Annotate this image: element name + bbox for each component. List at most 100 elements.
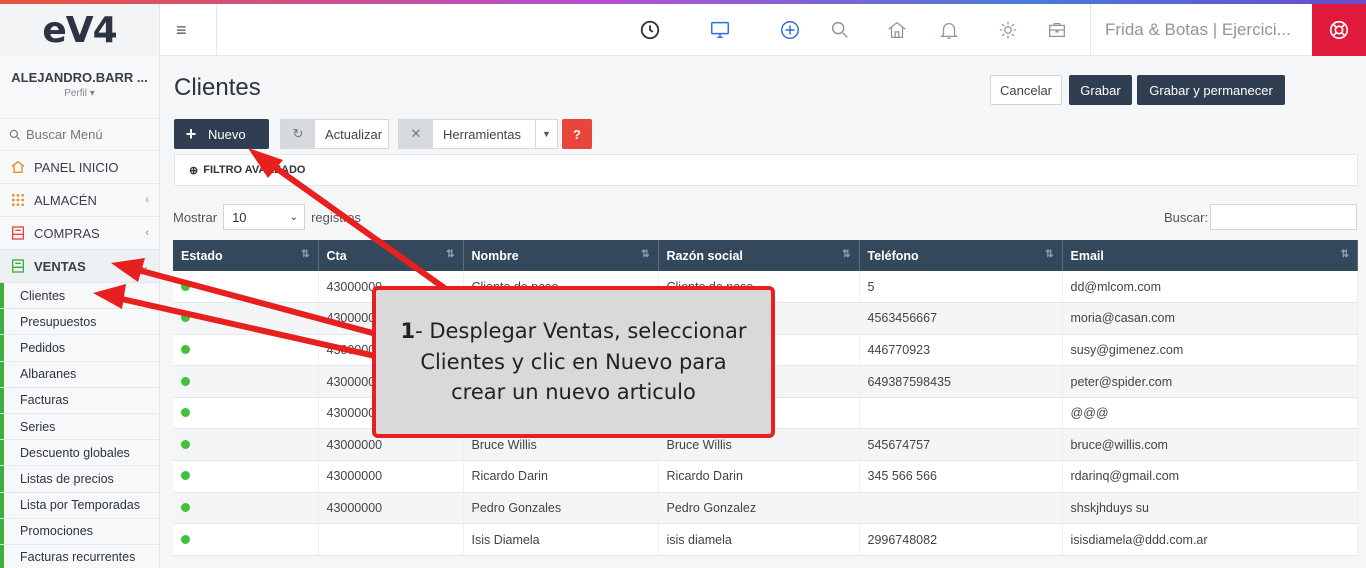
company-selector[interactable]: Frida & Botas | Ejercici...	[1090, 4, 1312, 56]
sidebar-item-compras[interactable]: COMPRAS ‹	[0, 216, 159, 249]
chevron-down-icon: ⌄	[289, 211, 299, 223]
dashboard-clock-icon[interactable]	[627, 4, 673, 56]
email-cell: dd@mlcom.com	[1062, 271, 1358, 304]
table-row[interactable]: 43000000 Pedro Gonzales Pedro Gonzalez shsk…	[173, 492, 1358, 525]
new-button[interactable]: + Nuevo	[174, 119, 269, 149]
sidebar-subitem-series[interactable]: Series	[0, 412, 159, 440]
chevron-down-icon: ⌄	[139, 260, 149, 273]
status-cell	[173, 523, 319, 556]
table-row[interactable]: Isis Diamela isis diamela 2996748082 isisdi…	[173, 523, 1358, 556]
plus-circle-icon[interactable]	[767, 4, 813, 56]
telefono-cell	[859, 397, 1063, 430]
telefono-cell: 446770923	[859, 334, 1063, 367]
tools-button[interactable]: ✕ Herramientas ▼	[398, 119, 558, 149]
hamburger-icon[interactable]: ≡	[176, 18, 200, 42]
logo: eV4	[42, 9, 117, 51]
sidebar-item-almacen[interactable]: ALMACÉN ‹	[0, 183, 159, 216]
logo-box[interactable]: eV4	[0, 4, 160, 56]
sidebar-subitem-presupuestos[interactable]: Presupuestos	[0, 308, 159, 335]
status-active-dot	[181, 502, 190, 512]
email-cell: @@@	[1062, 397, 1358, 430]
telefono-cell: 5	[859, 271, 1063, 304]
advanced-filter-label: FILTRO AVANZADO	[203, 164, 306, 176]
status-active-dot	[181, 313, 190, 323]
lifebuoy-icon[interactable]	[1312, 4, 1366, 56]
plus-circle-icon: ⊕	[189, 164, 199, 177]
refresh-button-label: Actualizar	[325, 126, 383, 142]
sidebar-subitem-pedidos[interactable]: Pedidos	[0, 334, 159, 361]
sort-icon: ⇅	[1045, 248, 1054, 260]
razon-social-cell: Ricardo Darin	[658, 460, 860, 493]
telefono-cell: 649387598435	[859, 365, 1063, 398]
briefcase-icon[interactable]	[1034, 4, 1080, 56]
refresh-button[interactable]: ↻ Actualizar	[280, 119, 389, 149]
status-cell	[173, 428, 319, 462]
sidebar-subitem-albaranes[interactable]: Albaranes	[0, 360, 159, 387]
chevron-left-icon: ‹	[145, 227, 149, 239]
sort-icon: ⇅	[842, 248, 851, 260]
search-icon	[9, 129, 21, 140]
page-title: Clientes	[174, 74, 261, 101]
caret-down-icon[interactable]: ▼	[535, 120, 557, 148]
sidebar-item-label: PANEL INICIO	[34, 159, 119, 175]
home-icon	[10, 159, 28, 175]
telefono-cell: 345 566 566	[859, 460, 1063, 493]
sidebar-item-panel-inicio[interactable]: PANEL INICIO	[0, 150, 159, 183]
plus-icon: +	[185, 123, 197, 144]
sidebar-subitem-facturas-recurrentes[interactable]: Facturas recurrentes	[0, 543, 159, 568]
status-active-dot	[181, 344, 190, 354]
sidebar-subitem-promociones[interactable]: Promociones	[0, 517, 159, 545]
status-active-dot	[181, 376, 190, 386]
grid-icon	[10, 192, 28, 208]
chevron-left-icon: ‹	[145, 194, 149, 206]
table-search-input[interactable]	[1210, 204, 1357, 230]
records-label: registros	[311, 209, 361, 225]
status-cell	[173, 365, 319, 398]
sidebar-item-ventas[interactable]: VENTAS ⌄	[0, 249, 159, 282]
status-cell	[173, 271, 319, 304]
column-header-estado[interactable]: Estado ⇅	[173, 240, 319, 271]
column-header-cta[interactable]: Cta ⇅	[318, 240, 464, 271]
tools-icon: ✕	[399, 120, 433, 148]
advanced-filter-toggle[interactable]: ⊕ FILTRO AVANZADO	[174, 154, 1358, 186]
register-icon	[10, 258, 28, 274]
page-size-select[interactable]: 10 ⌄	[223, 204, 306, 230]
sidebar-subitem-facturas[interactable]: Facturas	[0, 386, 159, 414]
search-icon[interactable]	[817, 4, 863, 56]
nombre-cell: Ricardo Darin	[463, 460, 659, 493]
email-cell: isisdiamela@ddd.com.ar	[1062, 523, 1358, 556]
register-icon	[10, 225, 28, 241]
telefono-cell: 545674757	[859, 428, 1063, 462]
table-row[interactable]: 43000000 Ricardo Darin Ricardo Darin 345 56…	[173, 460, 1358, 493]
column-header-email[interactable]: Email ⇅	[1062, 240, 1358, 271]
telefono-cell: 4563456667	[859, 302, 1063, 335]
show-label: Mostrar	[173, 209, 218, 225]
cta-cell: 43000000	[318, 460, 464, 493]
profile-link[interactable]: Perfil ▾	[0, 88, 159, 99]
bell-icon[interactable]	[926, 4, 972, 56]
cancel-button[interactable]: Cancelar	[990, 75, 1062, 105]
column-header-nombre[interactable]: Nombre ⇅	[463, 240, 659, 271]
email-cell: moria@casan.com	[1062, 302, 1358, 335]
monitor-icon[interactable]	[697, 4, 743, 56]
sidebar-item-label: VENTAS	[34, 258, 86, 274]
status-active-dot	[181, 408, 190, 418]
save-and-stay-button[interactable]: Grabar y permanecer	[1137, 75, 1285, 105]
user-panel[interactable]: ALEJANDRO.BARR ... Perfil ▾	[0, 56, 159, 118]
status-cell	[173, 302, 319, 335]
save-button[interactable]: Grabar	[1069, 75, 1132, 105]
home-icon[interactable]	[874, 4, 920, 56]
sidebar-subitem-clientes[interactable]: Clientes	[0, 282, 159, 309]
column-header-telefono[interactable]: Teléfono ⇅	[859, 240, 1063, 271]
sidebar-subitem-listas-de-precios[interactable]: Listas de precios	[0, 465, 159, 492]
status-active-dot	[181, 281, 190, 291]
sidebar-subitem-descuento-globales[interactable]: Descuento globales	[0, 439, 159, 466]
help-button[interactable]: ?	[562, 119, 592, 149]
gear-icon[interactable]	[985, 4, 1031, 56]
sort-icon: ⇅	[301, 248, 310, 260]
sidebar-subitem-lista-por-temporadas[interactable]: Lista por Temporadas	[0, 491, 159, 518]
column-header-razon-social[interactable]: Razón social ⇅	[658, 240, 860, 271]
status-active-dot	[181, 534, 190, 544]
menu-search-input[interactable]: Buscar Menú	[0, 118, 159, 150]
new-button-label: Nuevo	[208, 126, 246, 142]
